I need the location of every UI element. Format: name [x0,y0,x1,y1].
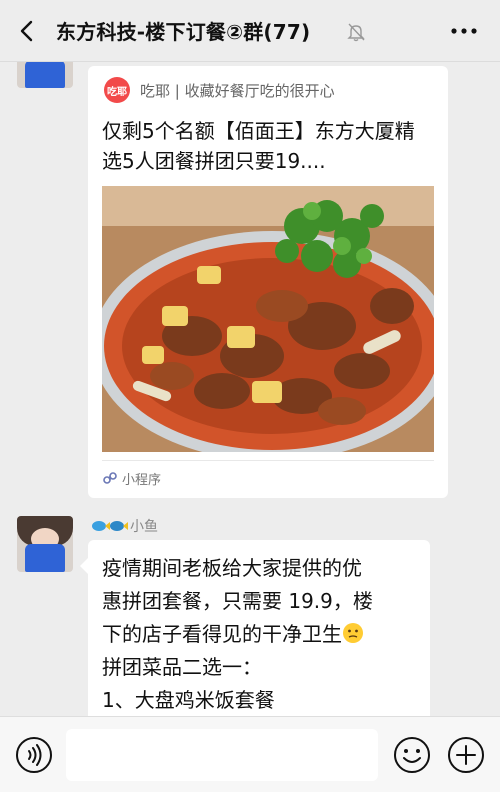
avatar[interactable] [17,62,73,88]
food-image [102,186,434,452]
message-bubble[interactable]: 疫情期间老板给大家提供的优 惠拼团套餐，只需要 19.9，楼 下的店子看得见的干… [80,540,430,716]
input-bar [0,716,500,792]
fish-emoji-icon [92,521,128,531]
thinking-emoji-icon [343,623,363,643]
emoji-icon[interactable] [392,735,432,775]
sender-label: 小鱼 [130,519,158,535]
back-icon[interactable] [16,19,40,43]
chat-header: 东方科技-楼下订餐②群(77) [0,0,500,62]
voice-icon[interactable] [14,735,54,775]
message-line-text: 下的店子看得见的干净卫生 [102,622,342,646]
mute-icon [347,23,365,42]
card-divider [102,460,434,461]
plus-icon[interactable] [446,735,486,775]
sender-name: 小鱼 [90,516,158,536]
card-header: 吃耶 吃耶 | 收藏好餐厅吃的很开心 [104,76,335,104]
avatar[interactable] [17,516,73,572]
mini-program-card[interactable]: 吃耶 吃耶 | 收藏好餐厅吃的很开心 仅剩5个名额【佰面王】东方大厦精选5人团餐… [88,66,448,498]
more-icon[interactable] [450,26,478,36]
message-line: 疫情期间老板给大家提供的优 [102,556,362,580]
message-line: 1、大盘鸡米饭套餐 [102,688,275,712]
card-footer: 小程序 [102,466,161,490]
message-line: 下的店子看得见的干净卫生 [102,618,416,651]
mini-program-label: 小程序 [122,472,162,488]
app-name: 吃耶 | 收藏好餐厅吃的很开心 [140,81,335,100]
app-logo: 吃耶 [104,77,130,103]
card-title: 仅剩5个名额【佰面王】东方大厦精选5人团餐拼团只要19.... [102,119,415,173]
message-line: 惠拼团套餐，只需要 19.9，楼 [102,589,373,613]
message-input[interactable] [66,729,378,781]
mini-program-icon [103,472,117,484]
message-line: 拼团菜品二选一： [102,655,262,679]
message-list[interactable]: 吃耶 吃耶 | 收藏好餐厅吃的很开心 仅剩5个名额【佰面王】东方大厦精选5人团餐… [0,62,500,716]
chat-title: 东方科技-楼下订餐②群(77) [56,20,311,44]
